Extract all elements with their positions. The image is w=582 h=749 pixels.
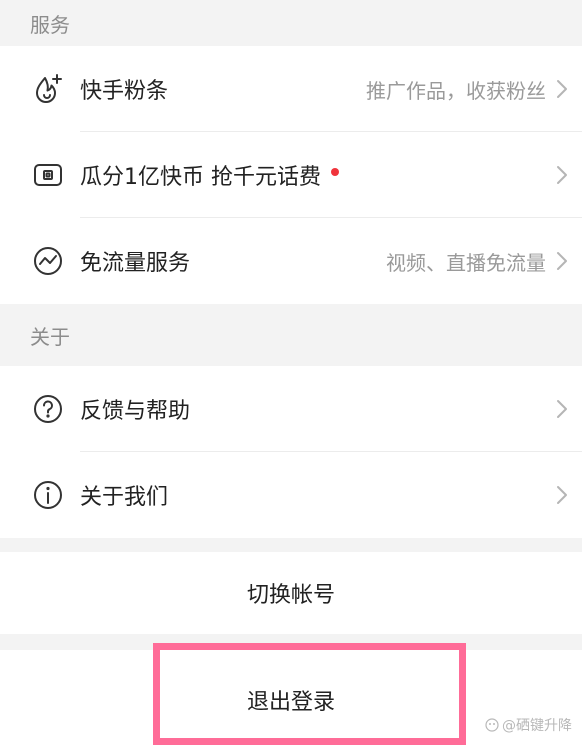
menu-item-label: 免流量服务 [80, 251, 191, 276]
menu-item-feedback-help[interactable]: 反馈与帮助 [0, 366, 582, 452]
menu-item-free-data-service[interactable]: 免流量服务 视频、直播免流量 [0, 218, 582, 304]
about-group: 反馈与帮助 关于我们 [0, 366, 582, 538]
info-circle-icon [30, 477, 66, 513]
chevron-right-icon [554, 398, 570, 420]
chevron-right-icon [554, 250, 570, 272]
menu-item-label: 反馈与帮助 [80, 399, 191, 424]
menu-item-kuaishou-fentiao[interactable]: 快手粉条 推广作品，收获粉丝 [0, 46, 582, 132]
section-title-about-text: 关于 [30, 324, 70, 349]
menu-item-hint: 视频、直播免流量 [386, 250, 546, 275]
question-circle-icon [30, 391, 66, 427]
menu-item-label: 瓜分1亿快币 抢千元话费 [80, 165, 321, 190]
menu-item-label: 关于我们 [80, 485, 169, 510]
menu-item-hint: 推广作品，收获粉丝 [366, 78, 546, 103]
wallet-card-icon [30, 157, 66, 193]
switch-account-label: 切换帐号 [246, 583, 335, 608]
chevron-right-icon [554, 78, 570, 100]
services-group: 快手粉条 推广作品，收获粉丝 瓜分1亿快币 抢千元话费 免流量服务 视频、直播免… [0, 46, 582, 304]
flame-plus-icon [30, 71, 66, 107]
menu-item-label: 快手粉条 [80, 79, 169, 104]
menu-item-label-with-badge: 瓜分1亿快币 抢千元话费 [80, 159, 339, 191]
menu-item-about-us[interactable]: 关于我们 [0, 452, 582, 538]
watermark-text: @硒键升降 [502, 718, 572, 734]
section-title-services-text: 服务 [30, 12, 70, 37]
trend-circle-icon [30, 243, 66, 279]
section-title-services: 服务 [0, 0, 582, 46]
watermark-logo-icon [485, 718, 499, 732]
section-title-about: 关于 [0, 304, 582, 366]
menu-item-coin-campaign[interactable]: 瓜分1亿快币 抢千元话费 [0, 132, 582, 218]
logout-label: 退出登录 [246, 689, 335, 715]
notification-dot [331, 168, 339, 176]
switch-account-button[interactable]: 切换帐号 [0, 552, 582, 634]
chevron-right-icon [554, 484, 570, 506]
chevron-right-icon [554, 164, 570, 186]
watermark: @硒键升降 [485, 715, 572, 735]
